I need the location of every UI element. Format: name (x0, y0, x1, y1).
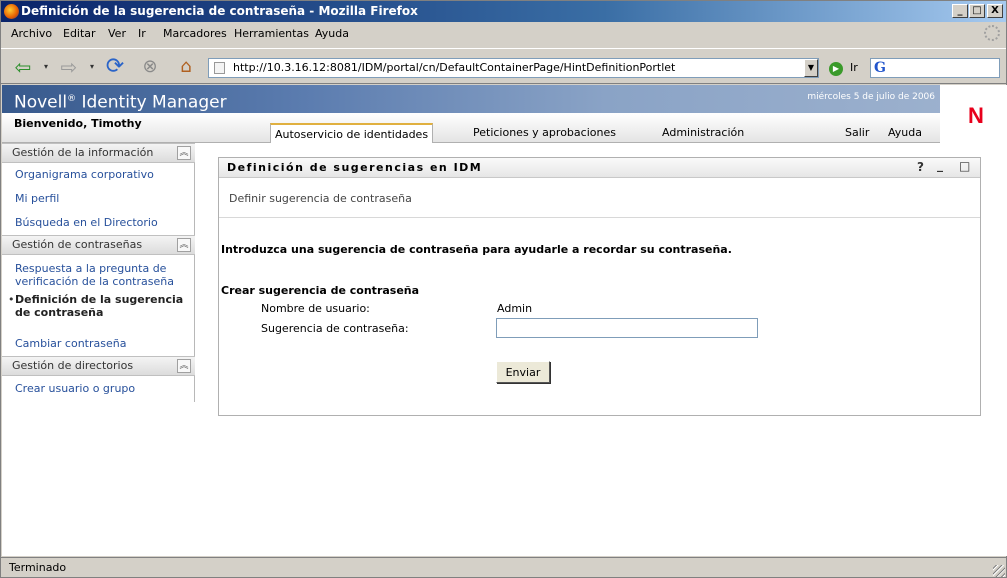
hint-label: Sugerencia de contraseña: (261, 322, 409, 335)
go-button-label[interactable]: Ir (850, 59, 858, 77)
submit-button[interactable]: Enviar (496, 361, 550, 383)
forward-dropdown-icon[interactable]: ▾ (87, 55, 97, 79)
section-title: Gestión de contraseñas (12, 238, 143, 251)
help-icon[interactable]: ? (917, 160, 924, 174)
collapse-icon[interactable]: ︽ (177, 359, 191, 373)
menu-editar[interactable]: Editar (63, 23, 96, 45)
tab-autoservicio[interactable]: Autoservicio de identidades (270, 123, 434, 143)
back-dropdown-icon[interactable]: ▾ (41, 55, 51, 79)
url-text: http://10.3.16.12:8081/IDM/portal/cn/Def… (233, 61, 676, 74)
title-bar: Definición de la sugerencia de contraseñ… (1, 1, 1006, 22)
divider (219, 217, 980, 218)
username-value: Admin (497, 302, 533, 315)
minimize-button[interactable]: _ (952, 4, 968, 18)
section-title: Gestión de la información (12, 146, 154, 159)
welcome-text: Bienvenido, Timothy (14, 117, 142, 130)
sidebar-item-mi-perfil[interactable]: Mi perfil (15, 192, 193, 205)
selected-bullet: • (8, 293, 15, 306)
app-title: Novell® Identity Manager (14, 92, 227, 113)
url-dropdown-button[interactable]: ▼ (804, 59, 818, 77)
form-title: Crear sugerencia de contraseña (221, 284, 420, 297)
status-bar: Terminado (1, 557, 1006, 578)
sidebar-item-organigrama[interactable]: Organigrama corporativo (15, 168, 193, 181)
tab-administracion[interactable]: Administración (658, 123, 748, 143)
sidebar-item-cambiar-contrasena[interactable]: Cambiar contraseña (15, 337, 193, 350)
browser-window: Definición de la sugerencia de contraseñ… (0, 0, 1007, 578)
page-content: Novell® Identity Manager miércoles 5 de … (2, 85, 1007, 556)
firefox-icon (4, 4, 19, 19)
stop-icon[interactable]: ⊗ (137, 55, 163, 79)
section-gestion-contrasenas[interactable]: Gestión de contraseñas ︽ (2, 235, 195, 255)
hint-definition-portlet: Definición de sugerencias en IDM ? _ □ D… (218, 157, 981, 416)
forward-icon[interactable]: ⇨ (55, 55, 83, 79)
sidebar-item-respuesta-pregunta[interactable]: Respuesta a la pregunta de verificación … (15, 262, 193, 288)
sidebar-item-busqueda[interactable]: Búsqueda en el Directorio (15, 216, 193, 229)
page-icon (214, 62, 225, 74)
resize-grip[interactable] (993, 565, 1005, 577)
collapse-icon[interactable]: ︽ (177, 238, 191, 252)
menu-herramientas[interactable]: Herramientas (234, 23, 309, 45)
maximize-button[interactable]: □ (969, 4, 985, 18)
url-bar[interactable]: http://10.3.16.12:8081/IDM/portal/cn/Def… (208, 58, 819, 78)
close-button[interactable]: X (987, 4, 1003, 18)
menu-ir[interactable]: Ir (138, 23, 146, 45)
novell-logo: N (940, 85, 1007, 143)
google-icon[interactable]: G (874, 60, 886, 76)
navigation-toolbar: ⇦ ▾ ⇨ ▾ ⟳ ⊗ ⌂ http://10.3.16.12:8081/IDM… (1, 48, 1006, 84)
go-icon[interactable]: ▶ (829, 62, 843, 76)
back-icon[interactable]: ⇦ (9, 55, 37, 79)
sidebar-item-crear-usuario[interactable]: Crear usuario o grupo (15, 382, 193, 395)
menu-ver[interactable]: Ver (108, 23, 126, 45)
minimize-icon[interactable]: _ (937, 158, 943, 172)
menu-bar: Archivo Editar Ver Ir Marcadores Herrami… (1, 23, 1006, 45)
throbber-icon (984, 25, 1000, 41)
reload-icon[interactable]: ⟳ (101, 55, 129, 79)
help-link[interactable]: Ayuda (884, 123, 926, 143)
menu-ayuda[interactable]: Ayuda (315, 23, 349, 45)
portlet-header: Definición de sugerencias en IDM ? _ □ (219, 158, 980, 178)
intro-text: Introduzca una sugerencia de contraseña … (221, 243, 732, 256)
maximize-icon[interactable]: □ (959, 159, 970, 173)
portlet-subtitle: Definir sugerencia de contraseña (229, 192, 412, 205)
sidebar: Gestión de la información ︽ Organigrama … (2, 143, 195, 402)
tab-row: Bienvenido, Timothy Autoservicio de iden… (2, 113, 940, 143)
logout-link[interactable]: Salir (841, 123, 873, 143)
app-header: Novell® Identity Manager miércoles 5 de … (2, 85, 1007, 113)
section-title: Gestión de directorios (12, 359, 134, 372)
window-title: Definición de la sugerencia de contraseñ… (21, 4, 418, 18)
sidebar-item-definicion-sugerencia[interactable]: Definición de la sugerencia de contraseñ… (15, 293, 193, 319)
home-icon[interactable]: ⌂ (173, 55, 199, 79)
portlet-title: Definición de sugerencias en IDM (227, 161, 483, 174)
menu-marcadores[interactable]: Marcadores (163, 23, 227, 45)
current-date: miércoles 5 de julio de 2006 (807, 92, 935, 102)
hint-input[interactable] (496, 318, 758, 338)
username-label: Nombre de usuario: (261, 302, 370, 315)
status-text: Terminado (9, 561, 67, 574)
tab-peticiones[interactable]: Peticiones y aprobaciones (469, 123, 620, 143)
search-input[interactable]: G (870, 58, 1000, 78)
section-gestion-directorios[interactable]: Gestión de directorios ︽ (2, 356, 195, 376)
menu-archivo[interactable]: Archivo (11, 23, 52, 45)
collapse-icon[interactable]: ︽ (177, 146, 191, 160)
section-gestion-informacion[interactable]: Gestión de la información ︽ (2, 143, 195, 163)
